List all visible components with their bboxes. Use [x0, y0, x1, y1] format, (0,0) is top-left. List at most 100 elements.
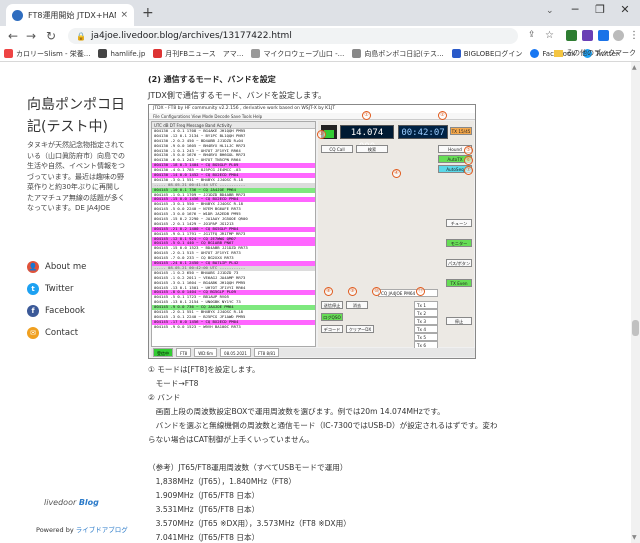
livedoor-blog-logo[interactable]: livedoor Blog — [44, 498, 99, 507]
extension-blue-icon[interactable] — [598, 30, 609, 41]
tx-row[interactable]: Tx 5 — [414, 333, 438, 341]
frequency-display[interactable]: 14.074 000 — [340, 125, 394, 152]
jtdx-menu-bar: File Configurations View Mode Decode Sav… — [149, 113, 475, 120]
tab-favicon-icon — [12, 9, 23, 21]
band-activity-header: UTC dB DT Freq Message Band Activity — [152, 122, 315, 129]
twitter-link[interactable]: t Twitter — [27, 282, 86, 296]
article-line: バンドを選ぶと無線機側の周波数と通信モード（IC-7300ではUSB-D）が設定… — [148, 421, 498, 430]
facebook-icon: f — [27, 305, 39, 317]
about-me-link[interactable]: 👤 About me — [27, 260, 86, 274]
decode-list: 004130 -4 0.1 1708 ~ BG4AKE JH1QQH PM95 0… — [152, 129, 315, 330]
social-links: 👤 About me t Twitter f Facebook ✉ Contac… — [27, 260, 86, 348]
tab-search-icon[interactable]: ⌄ — [546, 6, 554, 16]
intro-text: JTDX側で通信するモード、バンドを設定します。 — [148, 91, 327, 100]
bookmark-item[interactable]: カロリーSlism - 栄養... — [4, 49, 90, 59]
person-icon: 👤 — [27, 261, 39, 273]
bookmark-item[interactable]: 向島ポンポコ日記(テス... — [352, 49, 444, 59]
tx-watch-button[interactable]: TX 15/45 — [450, 127, 472, 135]
blog-description: タヌキが天然記念物指定されている（山口眞防府市）向島での生活や自然、イベント情報… — [27, 141, 125, 212]
tune-button[interactable]: チューン — [446, 219, 472, 227]
jtdx-control-panel: 14.074 000 00:42:07 TX 15/45 CQ Call 検索 … — [317, 111, 474, 349]
extension-purple-icon[interactable] — [582, 30, 593, 41]
clear-dx-button[interactable]: クリアーDX — [346, 325, 374, 333]
bookmarks-bar: カロリーSlism - 栄養... hamlife.jp 月刊FBニュース アマ… — [0, 46, 640, 62]
scroll-down-icon[interactable]: ▼ — [632, 534, 637, 541]
lookup-button[interactable]: 検索 — [356, 145, 388, 153]
jtdx-status-bar: 受信中 FT8 WD:6m 08.05.2021 FT8 8/81 — [151, 348, 475, 357]
callout-marker: ⑧ — [324, 287, 333, 296]
star-icon[interactable]: ☆ — [545, 30, 556, 41]
log-qso-button[interactable]: ログQSO — [321, 313, 343, 321]
other-bookmarks[interactable]: その他のブックマーク — [554, 48, 636, 58]
erase-button[interactable]: 消去 — [346, 301, 368, 309]
tab-close-icon[interactable]: × — [120, 10, 128, 20]
stop-button[interactable]: 停止 — [446, 317, 472, 325]
forward-icon[interactable]: → — [26, 28, 36, 44]
contact-link[interactable]: ✉ Contact — [27, 326, 86, 340]
article-line: 3.570MHz（JT65 ※DX用），3.573MHz（FT8 ※DX用） — [148, 519, 351, 528]
bookmark-item[interactable]: 月刊FBニュース アマ... — [153, 49, 243, 59]
halt-tx-button[interactable]: 送信停止 — [321, 301, 343, 309]
bookmark-item[interactable]: BIGLOBEログイン — [451, 49, 522, 59]
article-line: モード→FT8 — [148, 379, 199, 388]
scroll-up-icon[interactable]: ▲ — [632, 64, 637, 71]
back-icon[interactable]: ← — [8, 28, 18, 44]
bookmark-favicon-icon — [98, 49, 108, 58]
article-line: ① モードは[FT8]を設定します。 — [148, 365, 260, 374]
callout-marker: ⑪ — [416, 287, 425, 296]
status-date: 08.05.2021 — [220, 348, 251, 357]
address-bar[interactable]: 🔒 ja4joe.livedoor.blog/archives/13177422… — [68, 28, 518, 44]
dx-call-field[interactable]: CQ JA4JOE PM64 — [378, 289, 438, 297]
jtdx-screenshot[interactable]: JTDX - FT8 by HF community v2.2.156 , de… — [148, 104, 476, 359]
scrollbar-thumb[interactable] — [632, 320, 639, 336]
twitter-icon: t — [27, 283, 39, 295]
callout-marker: ① — [362, 111, 371, 120]
blog-title[interactable]: 向島ポンポコ日記(テスト中) — [27, 94, 127, 138]
close-window-button[interactable]: ✕ — [610, 0, 640, 22]
article-line: 1.909MHz（JT65/FT8 日本） — [148, 491, 260, 500]
article-line: ② バンド — [148, 393, 181, 402]
new-tab-button[interactable]: + — [142, 5, 154, 21]
avatar[interactable] — [613, 30, 624, 41]
extension-green-icon[interactable] — [566, 30, 577, 41]
band-activity-panel: UTC dB DT Freq Message Band Activity 004… — [151, 121, 316, 347]
tx-row[interactable]: Tx 3 — [414, 317, 438, 325]
bookmark-favicon-icon — [153, 49, 163, 58]
page-scrollbar[interactable]: ▲ ▼ — [631, 62, 640, 543]
share-icon[interactable]: ⇪ — [528, 30, 539, 41]
reload-icon[interactable]: ↻ — [46, 28, 56, 44]
tx-row[interactable]: Tx 2 — [414, 309, 438, 317]
decode-row[interactable]: 004145 -9 0.0 1523 ~ W9VH BA100C RR73 — [152, 325, 315, 330]
livedoor-blog-link[interactable]: ライブドアブログ — [76, 526, 128, 534]
folder-icon — [554, 49, 563, 57]
callout-marker: ⑤ — [464, 146, 473, 155]
browser-tab[interactable]: FT8運用開始 JTDX+HAMLOG（3 × — [6, 4, 134, 26]
facebook-icon — [530, 49, 540, 58]
tx-row[interactable]: Tx 4 — [414, 325, 438, 333]
status-rx: WD:6m — [194, 348, 218, 357]
utc-clock: 00:42:07 — [398, 125, 448, 139]
callout-marker: ④ — [392, 169, 401, 178]
menu-icon[interactable]: ⋮ — [629, 28, 639, 44]
bookmark-item[interactable]: マイクロウェーブ山口 -... — [251, 49, 344, 59]
monitor-button[interactable]: モニター — [446, 239, 472, 247]
tx-even-button[interactable]: TX Even — [446, 279, 472, 287]
pass-button[interactable]: パス/ボタン — [446, 259, 472, 267]
status-tx-mode: FT8 8/81 — [253, 348, 280, 357]
lock-icon: 🔒 — [76, 31, 86, 41]
tab-title: FT8運用開始 JTDX+HAMLOG（3 — [28, 10, 116, 20]
bookmark-favicon-icon — [4, 49, 13, 58]
article-line: （参考）JT65/FT8運用周波数（すべてUSBモードで運用） — [148, 463, 348, 472]
bookmark-item[interactable]: hamlife.jp — [98, 49, 145, 58]
article-line: 1,838MHz（JT65），1.840MHz（FT8） — [148, 477, 296, 486]
callout-marker: ⑥ — [464, 156, 473, 165]
decode-button[interactable]: デコード — [321, 325, 343, 333]
jtdx-window-title: JTDX - FT8 by HF community v2.2.156 , de… — [149, 105, 475, 113]
url-text: ja4joe.livedoor.blog/archives/13177422.h… — [90, 31, 292, 41]
article-line: 画面上段の周波数設定BOXで運用周波数を選びます。例では20m 14.074MH… — [148, 407, 445, 416]
bookmark-favicon-icon — [251, 49, 261, 58]
cq-call-button[interactable]: CQ Call — [321, 145, 353, 153]
bookmark-favicon-icon — [352, 49, 362, 58]
tx-row[interactable]: Tx 1 — [414, 301, 438, 309]
facebook-link[interactable]: f Facebook — [27, 304, 86, 318]
